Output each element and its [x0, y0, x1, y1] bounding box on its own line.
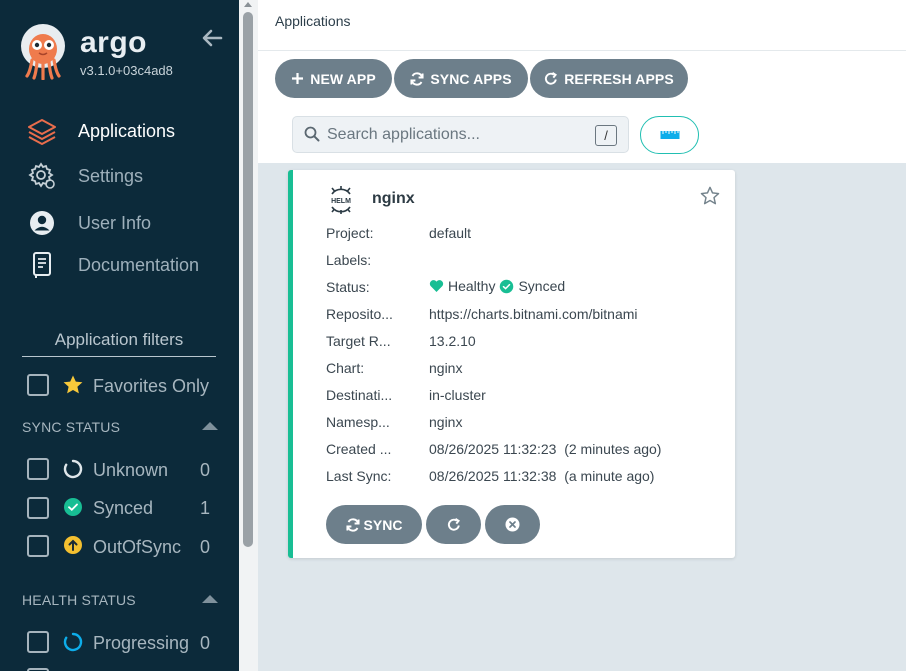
filter-progressing-count: 0 [200, 633, 211, 653]
field-key-last-sync: Last Sync: [326, 468, 392, 484]
field-value-chart: nginx [429, 360, 463, 376]
favorites-label: Favorites Only [93, 376, 210, 396]
field-value-destination: in-cluster [429, 387, 486, 403]
scrollbar-thumb[interactable] [243, 12, 253, 547]
sync-apps-label: SYNC APPS [430, 70, 512, 87]
field-value-status: Healthy Synced [429, 278, 565, 294]
new-app-label: NEW APP [310, 70, 376, 87]
search-icon [304, 126, 320, 147]
plus-icon [291, 72, 304, 85]
refresh-button[interactable] [426, 505, 481, 544]
health-status-heading: HEALTH STATUS [22, 592, 136, 608]
field-key-project: Project: [326, 225, 374, 241]
nav-item-documentation[interactable]: Documentation [26, 249, 199, 281]
star-icon [62, 374, 84, 401]
filter-outofsync-label: OutOfSync [93, 537, 182, 557]
sync-status-collapse-caret[interactable] [202, 422, 218, 430]
sync-button-label: SYNC [363, 516, 403, 533]
nav-item-applications[interactable]: Applications [26, 115, 175, 147]
sync-apps-button[interactable]: SYNC APPS [394, 59, 528, 98]
scroll-up-arrow-icon[interactable] [244, 2, 252, 7]
health-status-text: Healthy [448, 278, 496, 294]
filter-synced-count: 1 [200, 498, 211, 518]
field-key-created: Created ... [326, 441, 392, 457]
health-status-collapse-caret[interactable] [202, 595, 218, 603]
sync-status-heading: SYNC STATUS [22, 419, 121, 435]
field-key-destination: Destinati... [326, 387, 393, 403]
filter-synced-checkbox[interactable] [27, 497, 49, 519]
arrow-up-circle-icon [63, 535, 83, 560]
field-key-target-revision: Target R... [326, 333, 391, 349]
filter-progressing-checkbox[interactable] [27, 631, 49, 653]
refresh-icon [544, 71, 558, 86]
search-shortcut-key: / [595, 125, 617, 146]
sidebar-scrollbar[interactable] [239, 0, 258, 671]
breadcrumb[interactable]: Applications [275, 13, 351, 29]
field-value-last-sync: 08/26/2025 11:32:38 (a minute ago) [429, 468, 655, 484]
heart-icon [429, 279, 444, 293]
field-key-repository: Reposito... [326, 306, 393, 322]
field-value-target-revision: 13.2.10 [429, 333, 476, 349]
field-value-namespace: nginx [429, 414, 463, 430]
helm-icon: HELM [327, 185, 355, 220]
field-value-created: 08/26/2025 11:32:23 (2 minutes ago) [429, 441, 662, 457]
field-key-labels: Labels: [326, 252, 372, 268]
field-key-chart: Chart: [326, 360, 365, 376]
filter-progressing-label: Progressing [93, 633, 190, 653]
new-app-button[interactable]: NEW APP [275, 59, 392, 98]
refresh-icon [447, 517, 460, 531]
svg-text:HELM: HELM [331, 198, 351, 205]
field-value-project: default [429, 225, 472, 241]
book-icon [26, 251, 58, 279]
check-circle-icon [499, 279, 514, 294]
collapse-sidebar-button[interactable] [200, 26, 228, 52]
filter-unknown-checkbox[interactable] [27, 458, 49, 480]
app-name[interactable]: nginx [372, 190, 415, 208]
refresh-apps-label: REFRESH APPS [564, 70, 674, 87]
sync-icon [410, 71, 424, 86]
filter-outofsync-checkbox[interactable] [27, 535, 49, 557]
close-circle-icon [505, 517, 520, 532]
circle-progress-icon [63, 632, 83, 657]
favorite-star-icon[interactable] [700, 186, 720, 211]
favorites-checkbox[interactable] [27, 374, 49, 396]
sidebar: argo v3.1.0+03c4ad8 Applications Setting… [0, 0, 239, 671]
argo-logo [20, 24, 66, 85]
ruler-icon [660, 131, 679, 139]
sync-status-text: Synced [518, 278, 566, 294]
nav-item-user-info[interactable]: User Info [26, 207, 151, 239]
nav-label-settings: Settings [78, 165, 144, 186]
nav-label-user-info: User Info [78, 212, 152, 233]
filter-synced-label: Synced [93, 498, 154, 518]
view-mode-toggle[interactable] [640, 116, 699, 154]
user-icon [26, 209, 58, 237]
nav-label-applications: Applications [78, 120, 176, 141]
filter-unknown-label: Unknown [93, 460, 169, 480]
nav-label-documentation: Documentation [78, 254, 200, 275]
field-key-namespace: Namesp... [326, 414, 390, 430]
field-value-repository: https://charts.bitnami.com/bitnami [429, 306, 638, 322]
brand-name: argo [80, 26, 148, 59]
check-circle-icon [63, 497, 83, 522]
filter-outofsync-count: 0 [200, 537, 211, 557]
refresh-apps-button[interactable]: REFRESH APPS [530, 59, 688, 98]
circle-notch-icon [63, 459, 83, 484]
top-bar: Applications NEW APP SYNC APPS REFRESH A… [258, 0, 906, 163]
filter-unknown-count: 0 [200, 460, 211, 480]
filters-title: Application filters [22, 330, 216, 357]
sync-icon [345, 517, 360, 532]
arrow-left-icon [202, 29, 223, 47]
divider [258, 50, 906, 51]
search-input[interactable] [327, 124, 587, 146]
stack-icon [26, 117, 58, 145]
field-key-status: Status: [326, 279, 370, 295]
gear-icon [26, 162, 58, 190]
nav-item-settings[interactable]: Settings [26, 160, 143, 192]
search-box[interactable]: / [292, 116, 629, 153]
version-label: v3.1.0+03c4ad8 [80, 63, 173, 78]
delete-button[interactable] [485, 505, 540, 544]
sync-button[interactable]: SYNC [326, 505, 422, 544]
app-card[interactable]: HELM nginx Project: default Labels: Stat… [288, 170, 735, 558]
